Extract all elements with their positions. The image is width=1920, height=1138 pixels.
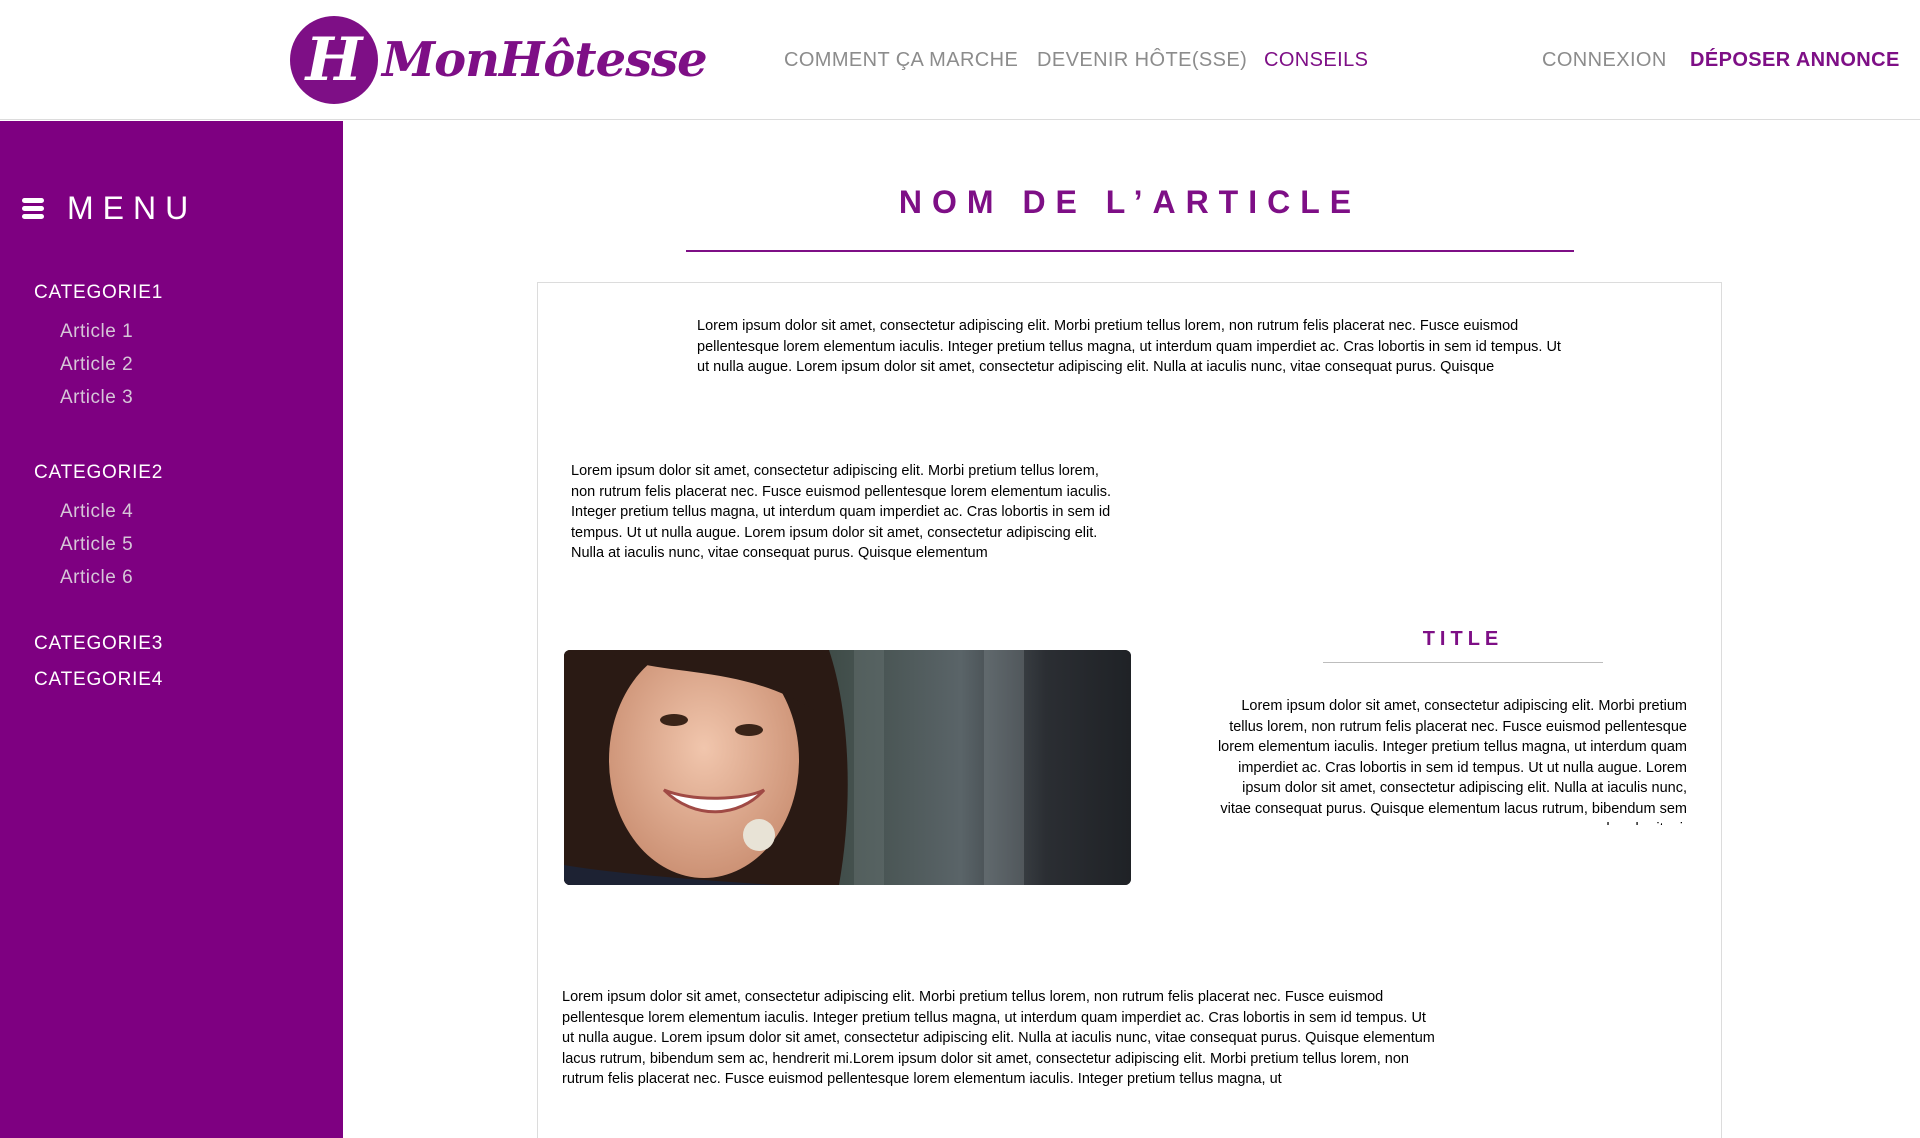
- section-divider: [1323, 662, 1603, 663]
- hamburger-icon: [22, 198, 44, 220]
- sidebar-category-2[interactable]: CATEGORIE2: [34, 461, 163, 485]
- logo-badge-icon: H: [290, 16, 378, 104]
- sidebar: MENU CATEGORIE1 Article 1 Article 2 Arti…: [0, 121, 343, 1138]
- sidebar-category-4[interactable]: CATEGORIE4: [34, 668, 163, 692]
- side-paragraph: Lorem ipsum dolor sit amet, consectetur …: [1217, 698, 1687, 825]
- sidebar-article-1[interactable]: Article 1: [60, 320, 133, 344]
- intro-paragraph: Lorem ipsum dolor sit amet, consectetur …: [697, 318, 1561, 375]
- nav-deposer-annonce-button[interactable]: DÉPOSER ANNONCE: [1690, 48, 1900, 72]
- top-header: H MonHôtesse COMMENT ÇA MARCHE DEVENIR H…: [0, 0, 1920, 120]
- sidebar-category-1[interactable]: CATEGORIE1: [34, 281, 163, 305]
- nav-devenir-hote[interactable]: DEVENIR HÔTE(SSE): [1037, 48, 1247, 72]
- sidebar-article-6[interactable]: Article 6: [60, 566, 133, 590]
- nav-comment-ca-marche[interactable]: COMMENT ÇA MARCHE: [784, 48, 1018, 72]
- logo-badge-letter: H: [305, 25, 363, 95]
- sidebar-article-2[interactable]: Article 2: [60, 353, 133, 377]
- section-title: TITLE: [1422, 628, 1504, 650]
- sidebar-article-5[interactable]: Article 5: [60, 533, 133, 557]
- title-divider: [686, 250, 1574, 252]
- nav-conseils[interactable]: CONSEILS: [1264, 48, 1368, 72]
- sidebar-category-3[interactable]: CATEGORIE3: [34, 632, 163, 656]
- article-title: NOM DE L’ARTICLE: [898, 184, 1362, 220]
- menu-toggle[interactable]: MENU: [22, 188, 322, 228]
- sidebar-article-4[interactable]: Article 4: [60, 500, 133, 524]
- logo-wordmark: MonHôtesse: [382, 32, 708, 88]
- menu-label: MENU: [67, 190, 198, 226]
- article-photo: [564, 650, 1131, 885]
- nav-connexion[interactable]: CONNEXION: [1542, 48, 1667, 72]
- portrait-image-icon: [564, 650, 1131, 885]
- bottom-paragraph: Lorem ipsum dolor sit amet, consectetur …: [562, 989, 1435, 1087]
- sidebar-article-3[interactable]: Article 3: [60, 386, 133, 410]
- left-paragraph: Lorem ipsum dolor sit amet, consectetur …: [571, 463, 1111, 561]
